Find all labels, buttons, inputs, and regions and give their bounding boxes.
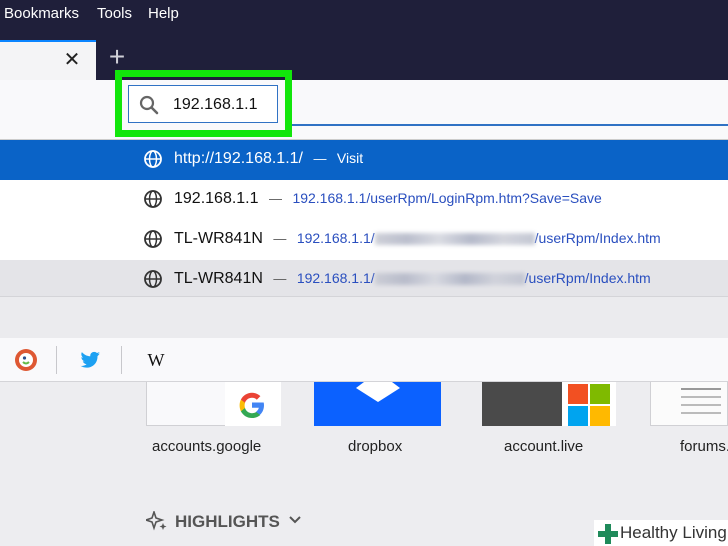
google-icon <box>239 392 264 418</box>
annotation-highlight-box <box>115 70 292 137</box>
suggestion-url-prefix: 192.168.1.1/ <box>296 270 375 286</box>
suggestion-row[interactable]: http://192.168.1.1/ — Visit <box>0 140 728 180</box>
menu-tools[interactable]: Tools <box>97 5 132 22</box>
suggestion-separator: — <box>273 271 287 286</box>
suggestion-row[interactable]: TL-WR841N — 192.168.1.1/ /userRpm/Index.h… <box>0 260 728 300</box>
suggestion-row[interactable]: TL-WR841N — 192.168.1.1/ /userRpm/Index.h… <box>0 220 728 260</box>
top-site-forums-tile[interactable] <box>650 382 728 426</box>
suggestion-title: 192.168.1.1 <box>174 190 259 207</box>
suggestion-title: http://192.168.1.1/ <box>174 150 303 167</box>
top-site-label[interactable]: forums.pee <box>680 438 728 455</box>
globe-icon <box>144 150 162 168</box>
urlbar-focus-line <box>290 124 728 126</box>
active-tab[interactable]: ✕ <box>0 40 96 80</box>
sparkle-icon <box>146 511 167 531</box>
suggestion-url-suffix: /userRpm/Index.htm <box>534 230 661 246</box>
top-site-dropbox-tile[interactable] <box>314 382 441 426</box>
globe-icon <box>144 190 162 208</box>
globe-icon <box>144 230 162 248</box>
suggestion-separator: — <box>273 231 287 246</box>
microsoft-icon <box>568 384 610 426</box>
healthy-living-logo-icon <box>598 524 618 544</box>
new-tab-button[interactable]: + <box>104 42 130 72</box>
suggestion-action: Visit <box>336 150 364 166</box>
watermark-text: Healthy Living <box>620 523 727 542</box>
menu-bar: Bookmarks Tools Help <box>0 0 728 40</box>
blurred-url-segment <box>374 273 525 286</box>
top-site-label[interactable]: accounts.google <box>152 438 261 455</box>
close-tab-icon[interactable]: ✕ <box>62 50 82 70</box>
suggestion-row[interactable]: 192.168.1.1 — 192.168.1.1/userRpm/LoginR… <box>0 180 728 220</box>
engine-divider <box>56 346 57 374</box>
suggestion-title: TL-WR841N <box>174 230 263 247</box>
top-site-label[interactable]: dropbox <box>348 438 402 455</box>
suggestion-url-suffix: /userRpm/Index.htm <box>524 270 651 286</box>
menu-help[interactable]: Help <box>148 5 179 22</box>
engine-divider <box>121 346 122 374</box>
globe-icon <box>144 270 162 288</box>
wikipedia-icon[interactable]: W <box>144 348 168 372</box>
navigation-toolbar <box>0 80 728 140</box>
suggestion-url-prefix: 192.168.1.1/ <box>296 230 375 246</box>
top-site-label[interactable]: account.live <box>504 438 583 455</box>
dropdown-footer <box>0 296 728 338</box>
suggestion-url: 192.168.1.1/userRpm/LoginRpm.htm?Save=Sa… <box>292 190 602 206</box>
suggestion-separator: — <box>268 191 282 206</box>
suggestion-title: TL-WR841N <box>174 270 263 287</box>
watermark: Healthy Living <box>594 520 728 546</box>
twitter-icon[interactable] <box>78 348 102 372</box>
suggestion-separator: — <box>313 151 327 166</box>
blurred-url-segment <box>374 233 535 246</box>
dropbox-icon <box>356 382 400 402</box>
top-site-google-tile[interactable] <box>146 382 281 426</box>
highlights-heading: HIGHLIGHTS <box>175 512 280 531</box>
menu-bookmarks[interactable]: Bookmarks <box>4 5 79 22</box>
top-site-microsoft-tile[interactable] <box>482 382 616 426</box>
search-engines-bar: W <box>0 338 728 382</box>
chevron-down-icon[interactable] <box>289 515 301 525</box>
duckduckgo-icon[interactable] <box>14 348 38 372</box>
